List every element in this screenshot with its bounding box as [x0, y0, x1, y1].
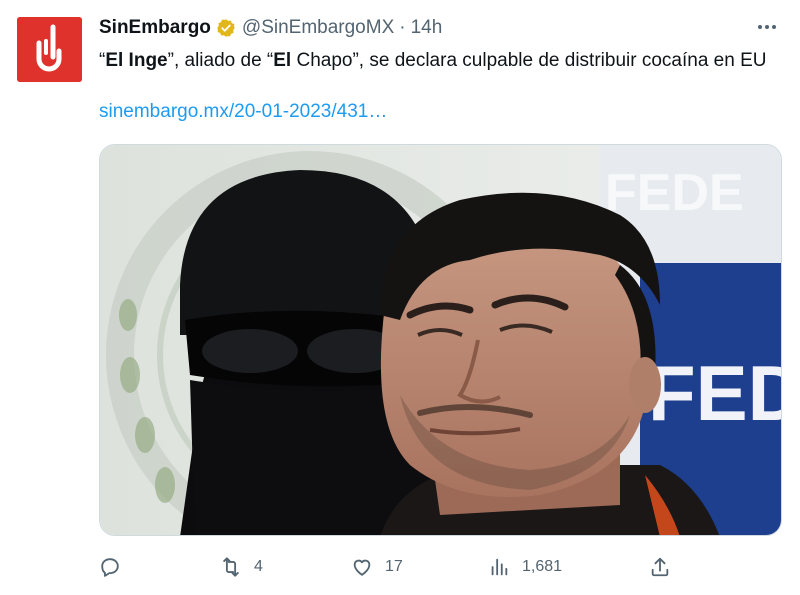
text-bold-el: El: [273, 50, 292, 71]
tweet-header: SinEmbargo @SinEmbargoMX · 14h: [99, 16, 780, 40]
tweet-actions: 4 17 1,681: [99, 554, 679, 580]
retweet-button[interactable]: 4: [220, 554, 263, 580]
views-count: 1,681: [522, 558, 563, 575]
sign-text-bottom: FEDE: [648, 349, 782, 437]
reply-icon: [101, 558, 119, 577]
retweet-count: 4: [254, 558, 263, 575]
timestamp[interactable]: 14h: [411, 17, 443, 39]
text-segment-2: Chapo”, se declara culpable de distribui…: [291, 50, 767, 71]
like-count: 17: [385, 558, 403, 575]
display-name[interactable]: SinEmbargo: [99, 17, 211, 39]
text-segment-1: ”, aliado de “: [167, 50, 274, 71]
share-button[interactable]: [649, 554, 671, 580]
share-icon: [651, 557, 669, 577]
tweet-image[interactable]: FEDE FEDE: [99, 144, 782, 536]
retweet-icon: [223, 557, 239, 577]
tweet-text: “El Inge”, aliado de “El Chapo”, se decl…: [99, 47, 769, 74]
views-button[interactable]: 1,681: [488, 554, 562, 580]
separator-dot: ·: [399, 17, 406, 38]
reply-button[interactable]: [99, 554, 133, 580]
sinembargo-logo: [17, 17, 82, 82]
handle[interactable]: @SinEmbargoMX: [242, 17, 394, 39]
photo-illustration: FEDE FEDE: [100, 145, 782, 535]
views-icon: [491, 558, 508, 576]
avatar[interactable]: [17, 17, 82, 82]
heart-icon: [353, 559, 371, 576]
tweet-link[interactable]: sinembargo.mx/20-01-2023/431…: [99, 101, 387, 123]
sign-text-top: FEDE: [605, 164, 744, 222]
like-button[interactable]: 17: [351, 554, 403, 580]
verified-badge-icon: [216, 18, 236, 38]
text-bold-el-inge: El Inge: [105, 50, 168, 71]
more-icon[interactable]: [754, 14, 780, 40]
